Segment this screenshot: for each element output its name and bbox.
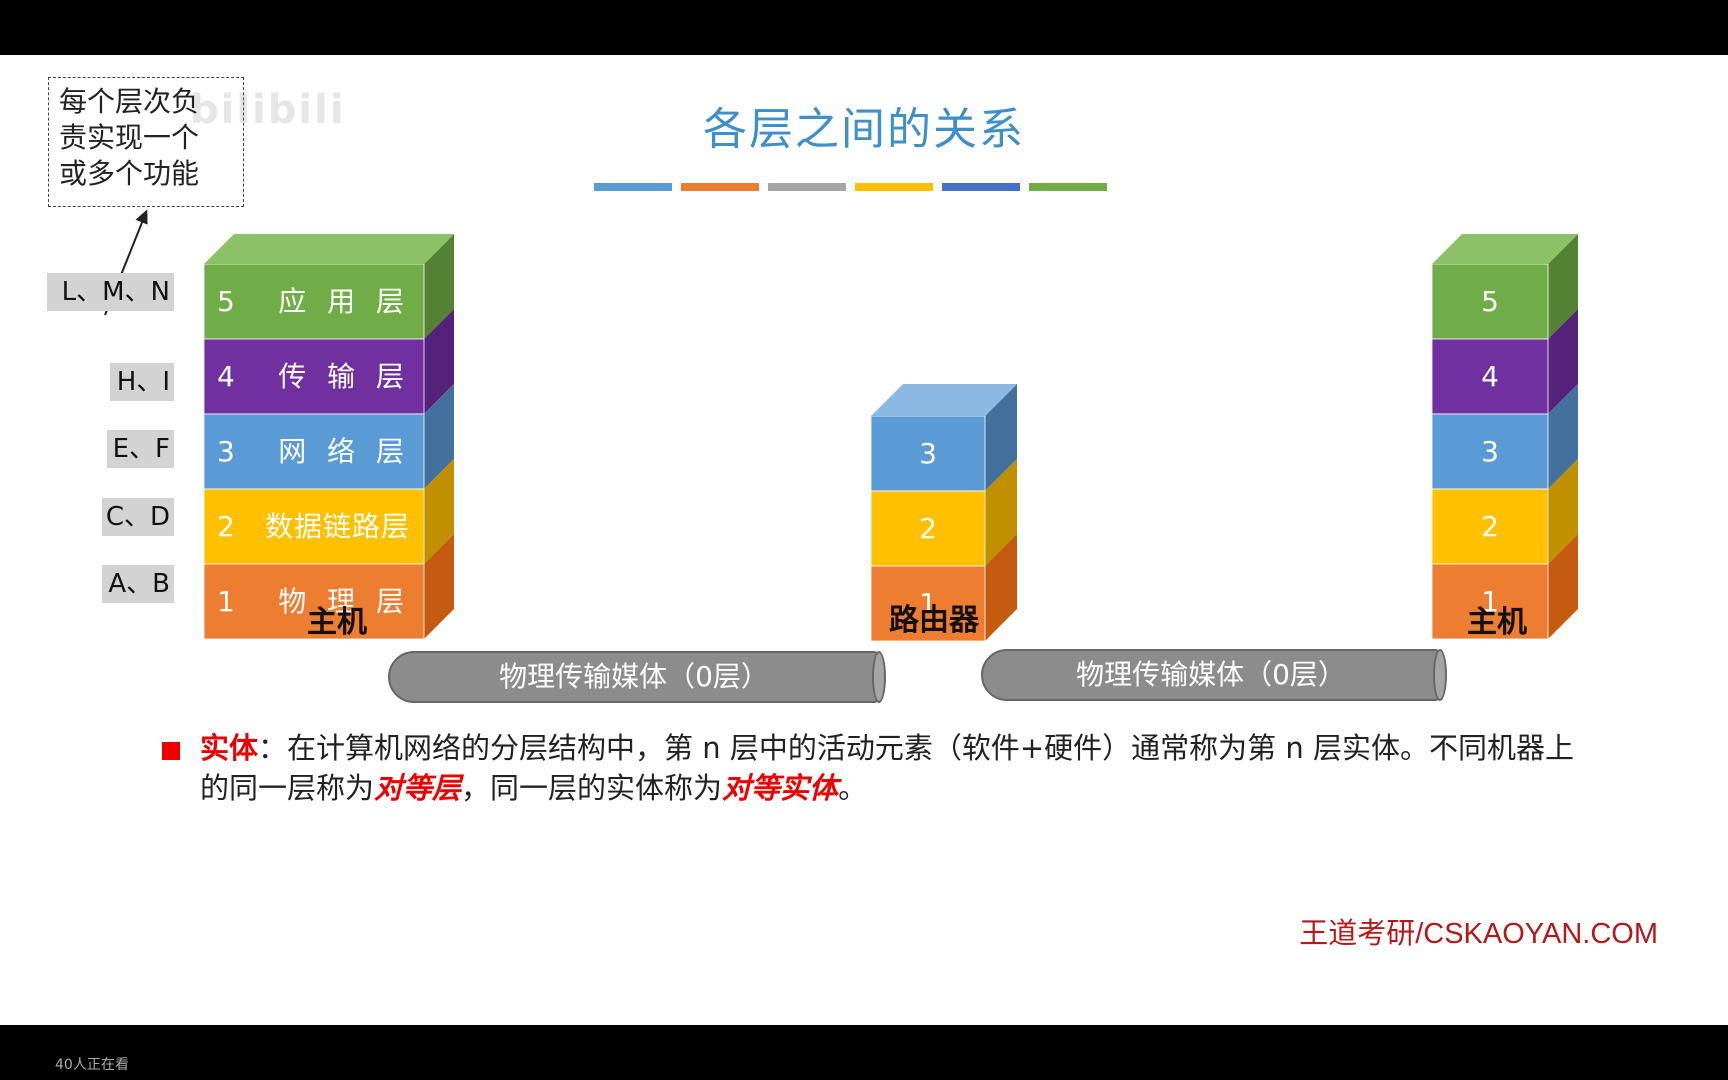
title-bar-segment bbox=[594, 183, 672, 191]
right-host-layer: 2 bbox=[1432, 489, 1548, 564]
layer-number: 5 bbox=[1481, 285, 1499, 318]
layer-number: 2 bbox=[217, 510, 235, 543]
title-bar-segment bbox=[855, 183, 933, 191]
right-cable: 物理传输媒体（0层） bbox=[981, 649, 1447, 701]
layer-name: 数据链路层 bbox=[264, 510, 410, 543]
title-bar-segment bbox=[768, 183, 846, 191]
left-host-label: 主机 bbox=[307, 606, 367, 639]
right-host-layer: 3 bbox=[1432, 414, 1548, 489]
entity-description: 实体：在计算机网络的分层结构中，第 n 层中的活动元素（软件+硬件）通常称为第 … bbox=[200, 728, 1580, 808]
brand-text: 王道考研/CSKAOYAN.COM bbox=[1299, 918, 1658, 950]
cable-label: 物理传输媒体（0层） bbox=[1076, 658, 1346, 691]
layer-number: 2 bbox=[919, 512, 937, 545]
left-host-layer: 2 数据链路层 bbox=[204, 489, 424, 564]
side-label: E、F bbox=[107, 430, 174, 468]
layer-number: 2 bbox=[1481, 510, 1499, 543]
slide-title: 各层之间的关系 bbox=[703, 104, 1025, 155]
layer-name: 网 络 层 bbox=[278, 435, 410, 468]
right-host-layer: 5 bbox=[1432, 264, 1548, 339]
layer-number: 3 bbox=[919, 437, 937, 470]
left-host-layer: 5 应 用 层 bbox=[204, 264, 424, 339]
slide: bilibili 每个层次负 责实现一个 或多个功能 各层之间的关系 L、M、N… bbox=[0, 55, 1728, 1025]
layer-number: 5 bbox=[217, 285, 235, 318]
note-line: 或多个功能 bbox=[59, 157, 200, 190]
layer-number: 4 bbox=[217, 360, 235, 393]
layer-number: 3 bbox=[217, 435, 235, 468]
layer-number: 1 bbox=[217, 585, 235, 618]
right-host-label: 主机 bbox=[1467, 606, 1527, 639]
layer-name: 传 输 层 bbox=[278, 360, 410, 393]
term-peer-entity: 对等实体 bbox=[722, 771, 839, 805]
cable-end bbox=[1433, 649, 1447, 701]
desc-text: ，同一层的实体称为 bbox=[461, 771, 723, 805]
title-bar-segment bbox=[1029, 183, 1107, 191]
left-host-layer: 3 网 络 层 bbox=[204, 414, 424, 489]
side-label: C、D bbox=[102, 498, 174, 536]
router-layer: 3 bbox=[871, 416, 985, 491]
side-label: H、I bbox=[110, 363, 174, 401]
side-label: L、M、N bbox=[47, 273, 174, 311]
cable-label: 物理传输媒体（0层） bbox=[499, 660, 769, 693]
router-label: 路由器 bbox=[889, 604, 979, 637]
layer-number: 4 bbox=[1481, 360, 1499, 393]
layer-number: 3 bbox=[1481, 435, 1499, 468]
right-host-layer: 4 bbox=[1432, 339, 1548, 414]
title-bar-segment bbox=[942, 183, 1020, 191]
left-host-layer: 4 传 输 层 bbox=[204, 339, 424, 414]
cable-end bbox=[872, 651, 886, 703]
router-layer: 2 bbox=[871, 491, 985, 566]
desc-text: 。 bbox=[838, 771, 868, 805]
viewer-count: 40人正在看 bbox=[55, 1057, 129, 1073]
term-entity: 实体 bbox=[200, 731, 259, 765]
layer-name: 应 用 层 bbox=[278, 285, 410, 318]
left-host-stack-top bbox=[204, 234, 454, 264]
bullet-square-icon bbox=[162, 742, 180, 760]
title-bar-segment bbox=[681, 183, 759, 191]
left-cable: 物理传输媒体（0层） bbox=[388, 651, 886, 703]
side-label: A、B bbox=[102, 565, 174, 603]
term-peer-layer: 对等层 bbox=[374, 771, 462, 805]
